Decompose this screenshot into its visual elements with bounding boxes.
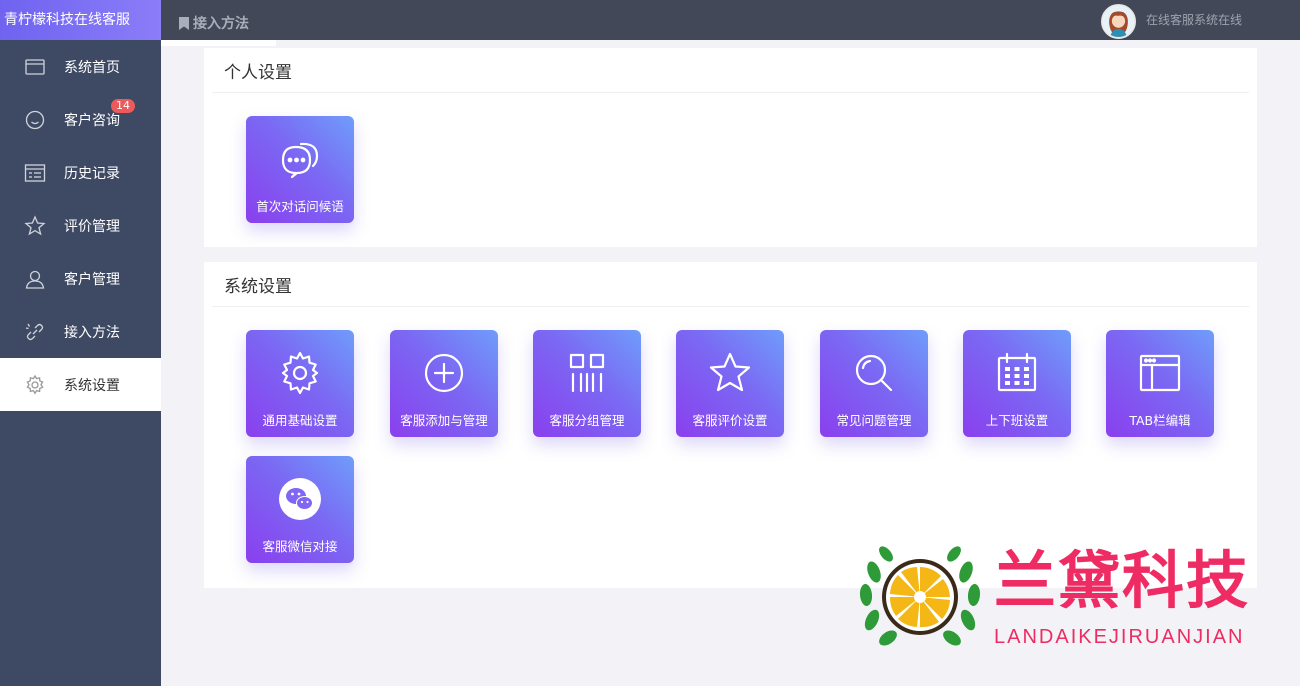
smile-icon xyxy=(24,109,46,131)
rating-settings-tile[interactable]: 客服评价设置 xyxy=(676,330,784,437)
brand-title: 青柠檬科技在线客服 xyxy=(0,0,161,40)
personal-settings-panel: 个人设置 首次对话问候语 xyxy=(204,48,1257,247)
wechat-icon xyxy=(277,476,323,522)
sidebar-item-consult[interactable]: 客户咨询 14 xyxy=(0,93,161,146)
sidebar-item-settings[interactable]: 系统设置 xyxy=(0,358,161,411)
sidebar-item-label: 客户咨询 xyxy=(64,112,120,129)
chat-bubbles-icon xyxy=(277,136,323,182)
sidebar-item-history[interactable]: 历史记录 xyxy=(0,146,161,199)
sidebar-menu: 系统首页 客户咨询 14 历史记录 评价管理 客户管理 接入方法 系统设置 xyxy=(0,40,161,411)
avatar[interactable] xyxy=(1101,4,1136,39)
sidebar-item-label: 系统首页 xyxy=(64,59,120,76)
search-icon xyxy=(851,350,897,396)
user-icon xyxy=(24,268,46,290)
bookmark-icon xyxy=(179,16,189,30)
sidebar-item-rating[interactable]: 评价管理 xyxy=(0,199,161,252)
panel-title: 个人设置 xyxy=(212,48,1249,93)
tile-label: 客服添加与管理 xyxy=(400,413,488,428)
agent-group-tile[interactable]: 客服分组管理 xyxy=(533,330,641,437)
watermark-logo: 兰黛科技 LANDAIKEJIRUANJIAN xyxy=(858,540,1278,655)
plus-circle-icon xyxy=(421,350,467,396)
sidebar-item-home[interactable]: 系统首页 xyxy=(0,40,161,93)
browser-window-icon xyxy=(1137,350,1183,396)
greeting-tile[interactable]: 首次对话问候语 xyxy=(246,116,354,223)
general-settings-tile[interactable]: 通用基础设置 xyxy=(246,330,354,437)
shift-settings-tile[interactable]: 上下班设置 xyxy=(963,330,1071,437)
faq-management-tile[interactable]: 常见问题管理 xyxy=(820,330,928,437)
group-grid-icon xyxy=(564,350,610,396)
tab-label: 接入方法 xyxy=(193,16,249,32)
tab-editor-tile[interactable]: TAB栏编辑 xyxy=(1106,330,1214,437)
star-icon xyxy=(24,214,46,237)
tile-label: 常见问题管理 xyxy=(836,413,912,428)
star-icon xyxy=(707,350,753,396)
gear-icon xyxy=(277,350,323,396)
notification-badge: 14 xyxy=(111,99,135,113)
orange-wreath-logo xyxy=(859,546,981,646)
calendar-list-icon xyxy=(24,162,46,184)
agent-management-tile[interactable]: 客服添加与管理 xyxy=(390,330,498,437)
sidebar-item-label: 系统设置 xyxy=(64,377,120,394)
tab-indicator xyxy=(161,40,276,46)
sidebar-item-label: 历史记录 xyxy=(64,165,120,182)
calendar-icon xyxy=(994,350,1040,396)
sidebar-item-access[interactable]: 接入方法 xyxy=(0,305,161,358)
top-bar: 接入方法 在线客服系统在线 xyxy=(161,0,1300,46)
tile-label: 客服评价设置 xyxy=(692,413,768,428)
gear-icon xyxy=(24,374,46,396)
sidebar: 青柠檬科技在线客服 系统首页 客户咨询 14 历史记录 评价管理 客户管理 接入… xyxy=(0,0,161,686)
sidebar-item-label: 评价管理 xyxy=(64,218,120,235)
panel-title: 系统设置 xyxy=(212,262,1249,307)
watermark-subtitle: LANDAIKEJIRUANJIAN xyxy=(994,626,1245,648)
link-icon xyxy=(24,321,46,343)
tile-label: 首次对话问候语 xyxy=(256,199,344,214)
sidebar-item-label: 客户管理 xyxy=(64,271,120,288)
tile-label: TAB栏编辑 xyxy=(1129,413,1191,428)
tile-label: 客服微信对接 xyxy=(262,539,338,554)
sidebar-item-customers[interactable]: 客户管理 xyxy=(0,252,161,305)
watermark-title: 兰黛科技 xyxy=(994,544,1251,617)
tile-label: 上下班设置 xyxy=(985,413,1049,428)
window-icon xyxy=(24,56,46,78)
tile-label: 通用基础设置 xyxy=(262,413,338,428)
online-status-text: 在线客服系统在线 xyxy=(1146,13,1243,27)
wechat-integration-tile[interactable]: 客服微信对接 xyxy=(246,456,354,563)
tile-label: 客服分组管理 xyxy=(549,413,625,428)
sidebar-item-label: 接入方法 xyxy=(64,324,120,341)
